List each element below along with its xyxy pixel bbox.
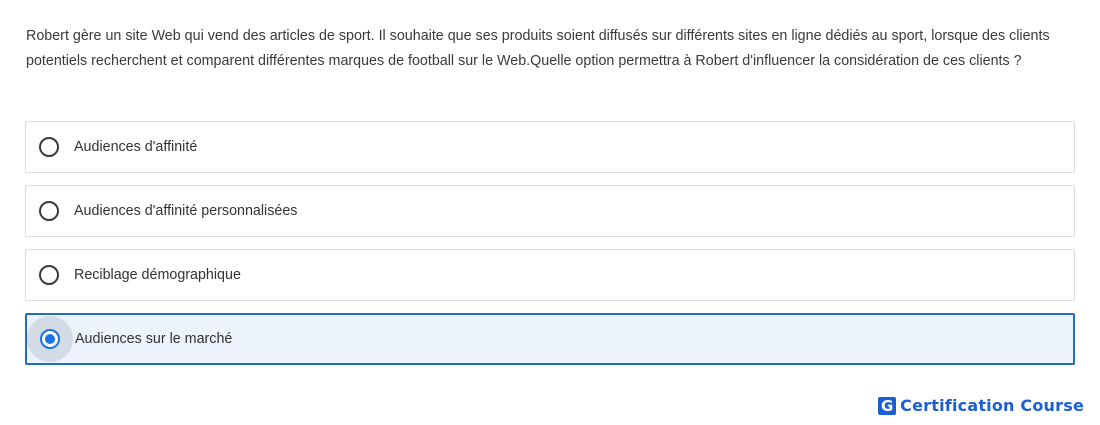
option-label: Audiences d'affinité personnalisées: [74, 203, 298, 219]
radio-button[interactable]: [39, 265, 59, 285]
radio-wrap: [26, 124, 72, 170]
radio-button[interactable]: [39, 137, 59, 157]
radio-button-selected[interactable]: [40, 329, 60, 349]
brand-logo: G Certification Course: [878, 396, 1084, 415]
radio-button[interactable]: [39, 201, 59, 221]
question-text: Robert gère un site Web qui vend des art…: [26, 28, 1050, 69]
option-audiences-affinite-personnalisees[interactable]: Audiences d'affinité personnalisées: [25, 185, 1075, 237]
radio-dot-icon: [45, 334, 55, 344]
option-reciblage-demographique[interactable]: Reciblage démographique: [25, 249, 1075, 301]
option-label: Reciblage démographique: [74, 267, 241, 283]
radio-wrap: [26, 252, 72, 298]
brand-name: Certification Course: [900, 396, 1084, 415]
option-audiences-affinite[interactable]: Audiences d'affinité: [25, 121, 1075, 173]
g-logo-icon: G: [878, 396, 897, 415]
option-audiences-sur-le-marche[interactable]: Audiences sur le marché: [25, 313, 1075, 365]
radio-wrap: [26, 188, 72, 234]
option-label: Audiences d'affinité: [74, 139, 198, 155]
option-label: Audiences sur le marché: [75, 331, 233, 347]
radio-wrap-selected: [27, 316, 73, 362]
answer-options: Audiences d'affinité Audiences d'affinit…: [25, 121, 1075, 377]
quiz-page: Robert gère un site Web qui vend des art…: [0, 0, 1100, 425]
